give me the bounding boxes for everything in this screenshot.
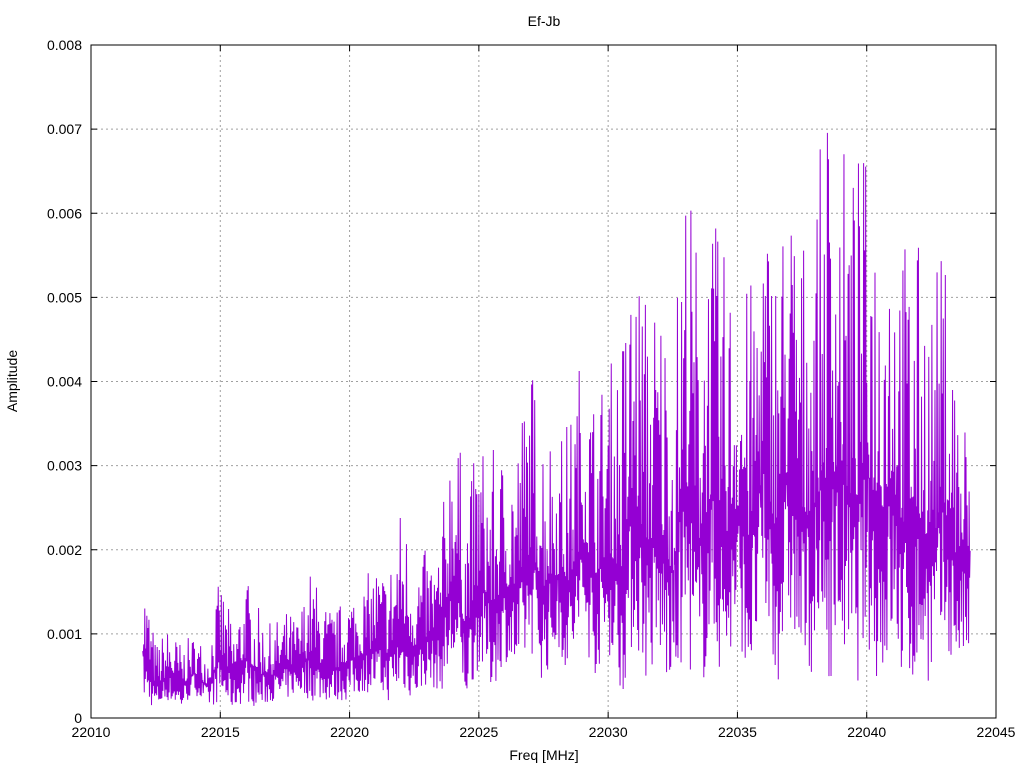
- series-line: [142, 132, 971, 706]
- chart-title: Ef-Jb: [528, 13, 561, 29]
- x-tick-label: 22045: [977, 724, 1016, 740]
- x-tick-label: 22040: [847, 724, 886, 740]
- y-axis-label: Amplitude: [4, 350, 20, 412]
- chart: 22010 22015 22020 22025 22030 22035 22040 22045…: [4, 13, 1016, 763]
- series-layer: [142, 132, 971, 706]
- y-tick-label: 0.008: [47, 37, 82, 53]
- x-tick-label: 22025: [459, 724, 498, 740]
- x-tick-labels: 22010 22015 22020 22025 22030 22035 22040 22045: [72, 724, 1016, 740]
- y-tick-labels: 0 0.001 0.002 0.003 0.004 0.005 0.006 0.007 0.00…: [47, 37, 82, 726]
- x-tick-label: 22015: [201, 724, 240, 740]
- y-tick-label: 0: [74, 710, 82, 726]
- y-tick-label: 0.007: [47, 121, 82, 137]
- x-tick-label: 22035: [718, 724, 757, 740]
- y-tick-label: 0.005: [47, 289, 82, 305]
- y-tick-label: 0.004: [47, 374, 82, 390]
- x-tick-label: 22030: [589, 724, 628, 740]
- y-tick-label: 0.006: [47, 205, 82, 221]
- y-tick-label: 0.001: [47, 626, 82, 642]
- x-tick-label: 22010: [72, 724, 111, 740]
- y-tick-label: 0.002: [47, 542, 82, 558]
- x-axis-label: Freq [MHz]: [509, 747, 578, 763]
- x-tick-label: 22020: [330, 724, 369, 740]
- y-tick-label: 0.003: [47, 458, 82, 474]
